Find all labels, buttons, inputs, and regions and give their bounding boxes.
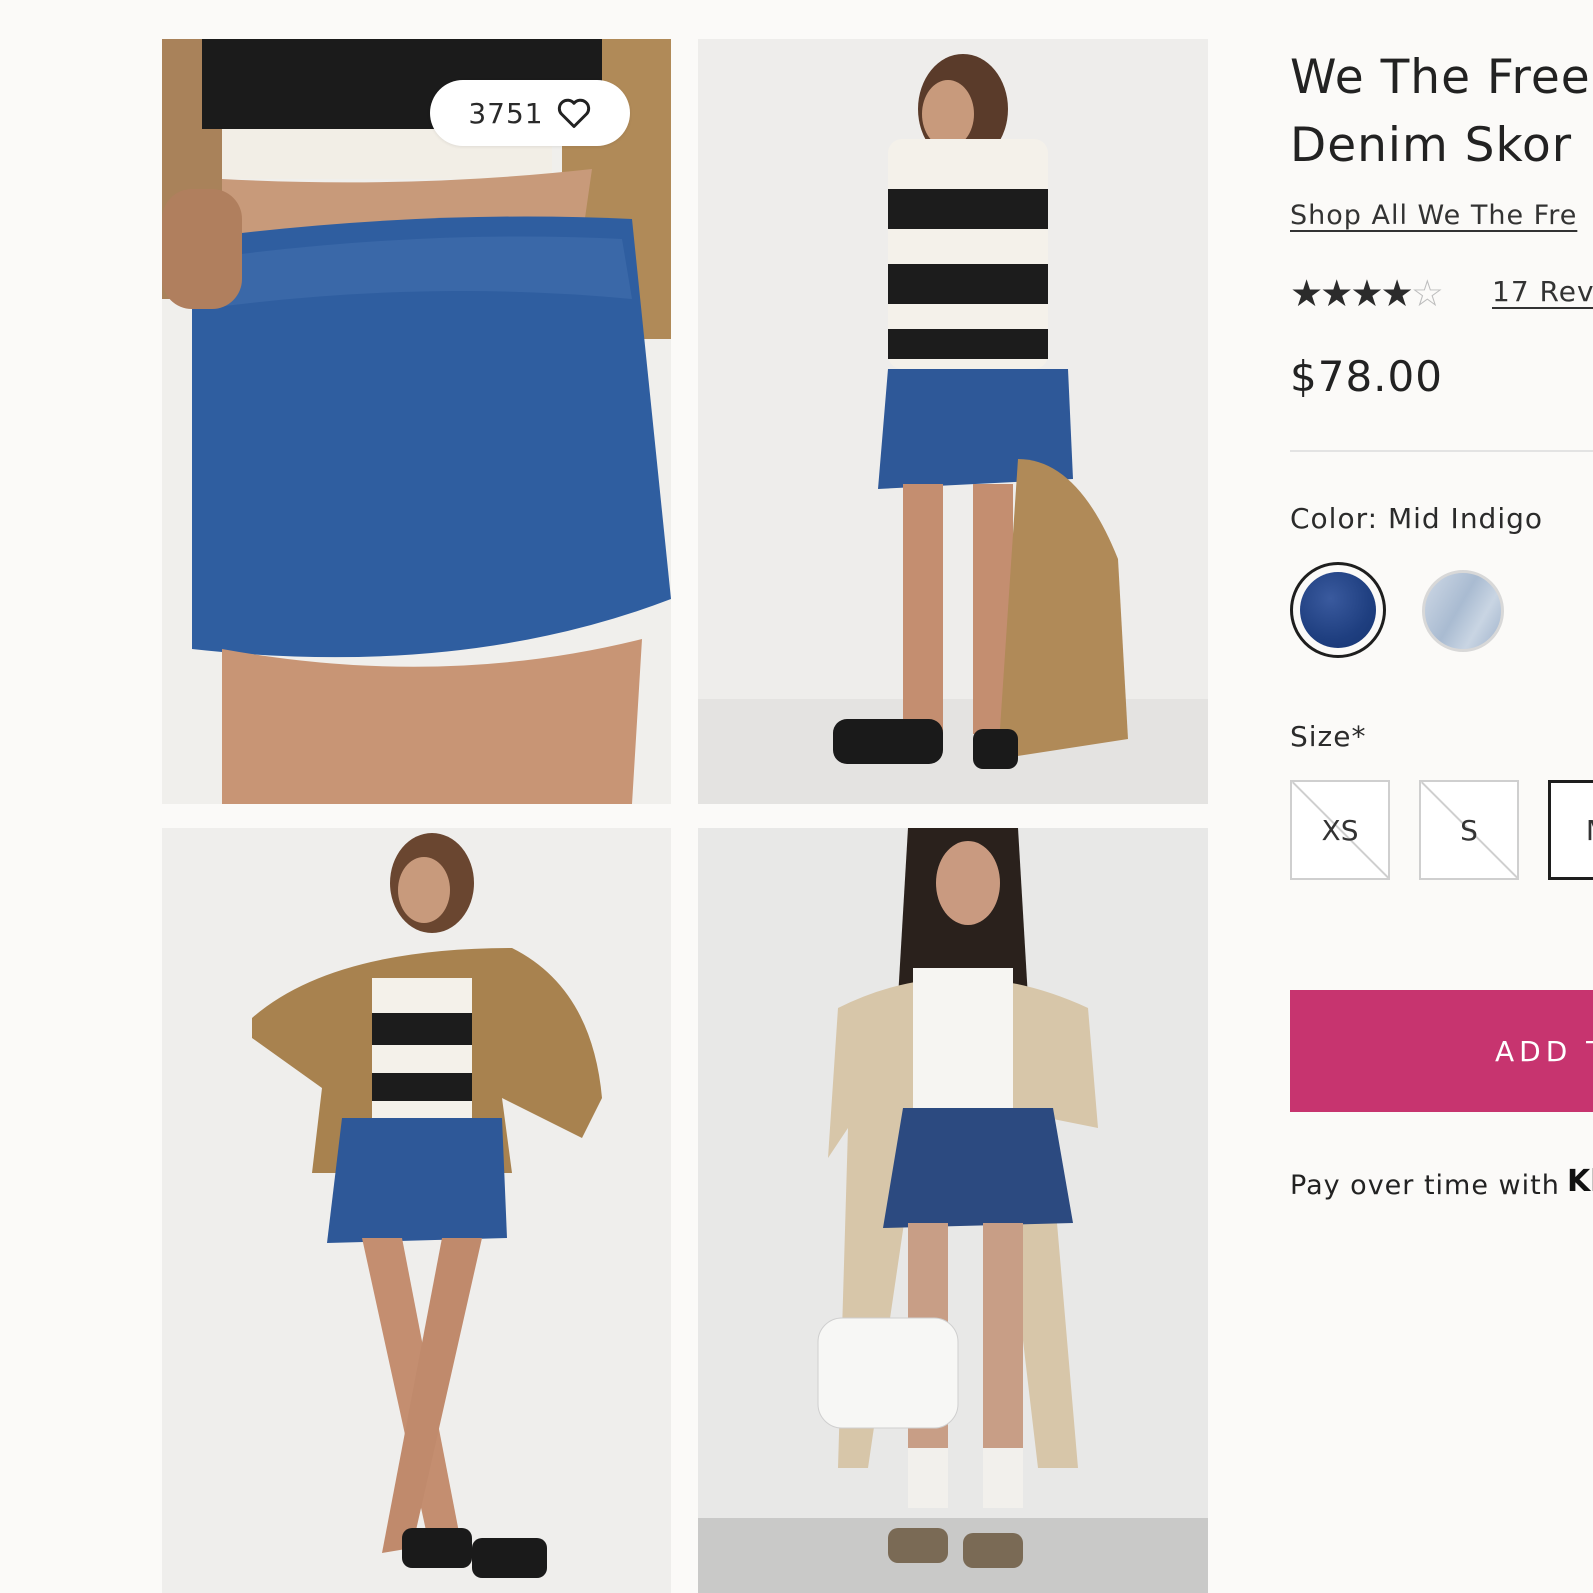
size-option-xs-label: XS xyxy=(1321,813,1359,847)
size-option-s-label: S xyxy=(1460,813,1478,847)
heart-icon xyxy=(557,98,590,128)
klarna-logo[interactable]: Kl xyxy=(1567,1164,1593,1199)
color-swatch-mid-indigo-fill xyxy=(1300,572,1376,648)
size-option-xs[interactable]: XS xyxy=(1290,780,1390,880)
color-swatch-light[interactable] xyxy=(1422,570,1504,652)
favorite-count: 3751 xyxy=(468,96,544,130)
rating-stars-filled: ★★★★ xyxy=(1290,272,1414,315)
rating-star-empty: ☆ xyxy=(1410,272,1444,315)
shop-all-brand-link[interactable]: Shop All We The Fre xyxy=(1290,200,1577,231)
product-image-4[interactable] xyxy=(698,828,1208,1593)
size-option-s[interactable]: S xyxy=(1419,780,1519,880)
size-option-m[interactable]: M xyxy=(1548,780,1593,880)
color-swatch-mid-indigo[interactable] xyxy=(1290,562,1386,658)
product-price: $78.00 xyxy=(1290,352,1443,401)
product-title-line-2: Denim Skor xyxy=(1290,118,1573,173)
product-title-line-1: We The Free xyxy=(1290,50,1591,105)
size-label: Size* xyxy=(1290,720,1367,753)
reviews-link[interactable]: 17 Revi xyxy=(1492,275,1593,308)
product-info-panel: We The Free Denim Skor Shop All We The F… xyxy=(1290,0,1593,1593)
pay-over-time-text: Pay over time with xyxy=(1290,1170,1560,1201)
product-image-3[interactable] xyxy=(162,828,671,1593)
divider xyxy=(1290,450,1593,452)
color-label: Color: Mid Indigo xyxy=(1290,502,1544,535)
product-title: We The Free Denim Skor xyxy=(1290,44,1591,180)
product-image-2[interactable] xyxy=(698,39,1208,804)
favorite-button[interactable]: 3751 xyxy=(430,80,630,146)
size-option-m-label: M xyxy=(1586,814,1593,847)
product-image-1[interactable] xyxy=(162,39,671,804)
rating-stars: ★★★★☆ xyxy=(1290,272,1444,316)
add-to-bag-button[interactable]: ADD T xyxy=(1290,990,1593,1112)
